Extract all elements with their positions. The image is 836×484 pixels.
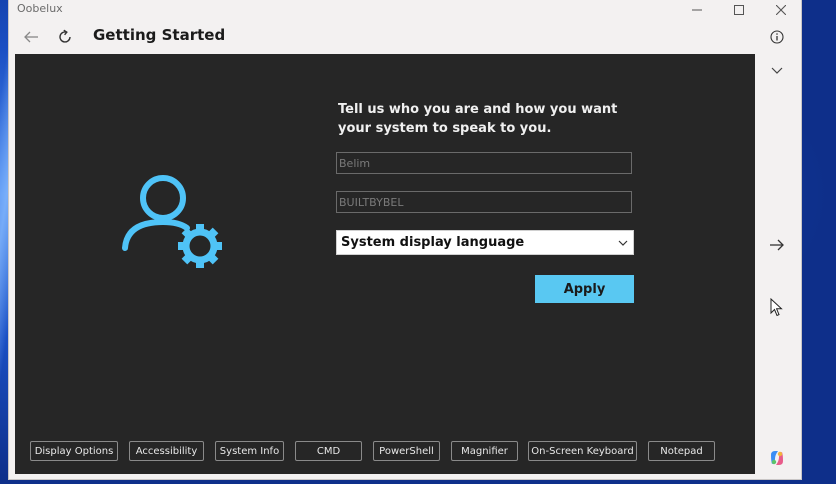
nav-bar: Getting Started (9, 20, 801, 54)
close-button[interactable] (761, 0, 801, 20)
language-dropdown[interactable]: System display language (336, 230, 634, 255)
user-settings-icon (122, 175, 222, 268)
next-button[interactable] (765, 233, 789, 257)
copilot-icon (771, 451, 783, 465)
mouse-pointer-icon (770, 298, 783, 317)
setup-prompt: Tell us who you are and how you want you… (338, 102, 618, 136)
cmd-button[interactable]: CMD (295, 441, 362, 461)
language-selected-value: System display language (341, 235, 525, 250)
powershell-button[interactable]: PowerShell (373, 441, 440, 461)
page-title: Getting Started (93, 26, 226, 44)
close-icon (776, 5, 786, 15)
display-options-button[interactable]: Display Options (30, 441, 118, 461)
app-window: Oobelux Getting Started Tell us who you … (8, 0, 802, 480)
refresh-button[interactable] (53, 26, 77, 48)
on-screen-keyboard-button[interactable]: On-Screen Keyboard (528, 441, 637, 461)
chevron-down-icon (618, 240, 628, 246)
info-button[interactable] (765, 26, 789, 48)
user-name-input[interactable] (336, 152, 632, 174)
right-rail (755, 54, 801, 474)
info-icon (770, 30, 784, 44)
apply-button[interactable]: Apply (535, 275, 634, 303)
computer-name-input[interactable] (336, 191, 632, 213)
mouse-pointer (765, 296, 789, 320)
maximize-icon (734, 5, 744, 15)
title-bar: Oobelux (9, 0, 801, 20)
refresh-icon (59, 29, 71, 43)
forward-arrow-icon (770, 239, 784, 251)
collapse-button[interactable] (765, 58, 789, 82)
system-info-button[interactable]: System Info (215, 441, 284, 461)
copilot-button[interactable] (765, 446, 789, 470)
back-arrow-icon (24, 31, 38, 43)
app-title: Oobelux (17, 2, 63, 15)
notepad-button[interactable]: Notepad (648, 441, 715, 461)
maximize-button[interactable] (719, 0, 759, 20)
minimize-button[interactable] (677, 0, 717, 20)
chevron-down-icon (771, 67, 783, 74)
main-panel: Tell us who you are and how you want you… (15, 54, 755, 474)
back-button[interactable] (19, 26, 43, 48)
minimize-icon (692, 9, 702, 11)
magnifier-button[interactable]: Magnifier (451, 441, 518, 461)
accessibility-button[interactable]: Accessibility (129, 441, 204, 461)
